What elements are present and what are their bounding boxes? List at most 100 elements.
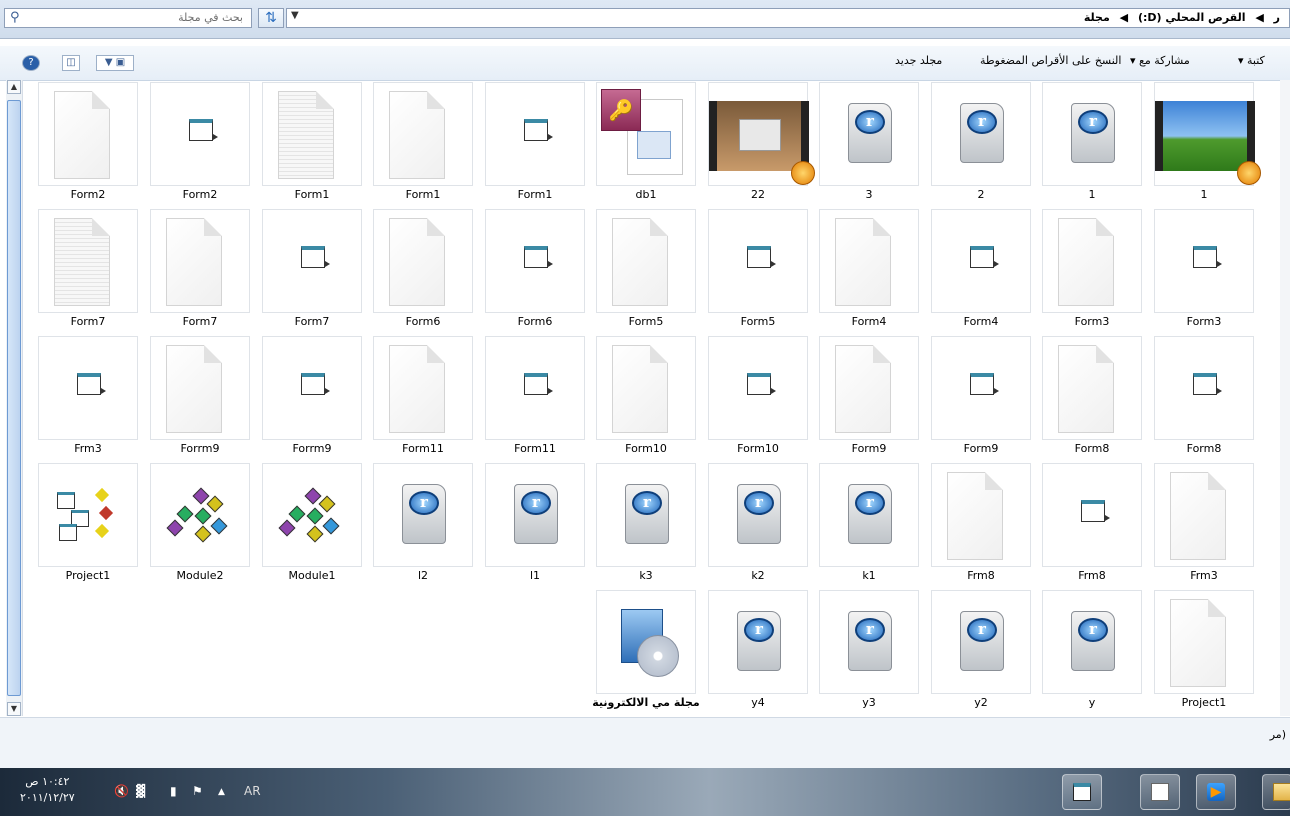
file-item[interactable]: Module2 (150, 463, 250, 585)
show-hidden-icons-icon[interactable]: ▲ (218, 787, 225, 797)
file-item[interactable]: Form3 (1154, 209, 1254, 331)
file-thumbnail[interactable] (150, 209, 250, 313)
file-item[interactable]: r k2 (708, 463, 808, 585)
file-item[interactable]: 1 (1154, 82, 1261, 204)
file-item[interactable]: Form7 (150, 209, 250, 331)
file-thumbnail[interactable]: r (819, 590, 919, 694)
file-item[interactable]: Form10 (596, 336, 696, 458)
file-thumbnail[interactable] (1154, 463, 1254, 567)
file-item[interactable]: Form4 (931, 209, 1031, 331)
file-item[interactable]: r k3 (596, 463, 696, 585)
file-thumbnail[interactable] (38, 463, 138, 567)
file-item[interactable]: Form6 (373, 209, 473, 331)
file-thumbnail[interactable] (819, 336, 919, 440)
file-thumbnail[interactable] (1042, 336, 1142, 440)
file-thumbnail[interactable] (708, 336, 808, 440)
file-thumbnail[interactable] (596, 590, 696, 694)
file-thumbnail[interactable] (1154, 209, 1254, 313)
file-item[interactable]: Form5 (708, 209, 808, 331)
action-center-flag-icon[interactable]: ⚑ (192, 784, 203, 798)
battery-icon[interactable]: ▮ (170, 784, 177, 798)
file-thumbnail[interactable] (373, 82, 473, 186)
file-thumbnail[interactable]: r (1042, 82, 1142, 186)
file-item[interactable]: r k1 (819, 463, 919, 585)
file-item[interactable]: r3 (819, 82, 919, 204)
file-item[interactable]: Frm8 (931, 463, 1031, 585)
file-item[interactable]: r2 (931, 82, 1031, 204)
new-folder-button[interactable]: مجلد جديد (895, 54, 942, 67)
file-thumbnail[interactable] (262, 463, 362, 567)
file-thumbnail[interactable]: r (708, 463, 808, 567)
file-thumbnail[interactable] (38, 336, 138, 440)
file-item[interactable]: مجلة مي الالكترونية (592, 590, 700, 712)
file-item[interactable]: Form2 (38, 82, 138, 204)
volume-muted-icon[interactable]: 🔇 (114, 784, 129, 798)
address-field[interactable]: ▼ ر ◀ القرص المحلي (D:) ◀ مجلة (286, 8, 1290, 28)
breadcrumb-folder[interactable]: مجلة (1084, 11, 1110, 24)
file-thumbnail[interactable] (485, 209, 585, 313)
file-thumbnail[interactable] (262, 209, 362, 313)
breadcrumb-drive[interactable]: القرص المحلي (D:) (1138, 11, 1246, 24)
file-thumbnail[interactable] (38, 209, 138, 313)
file-thumbnail[interactable] (373, 336, 473, 440)
language-indicator[interactable]: AR (244, 784, 261, 798)
file-thumbnail[interactable] (373, 209, 473, 313)
clock[interactable]: ١٠:٤٢ ص ٢٠١١/١٢/٢٧ (20, 774, 75, 806)
view-options-icon[interactable]: ▼ ▣ (96, 55, 134, 71)
burn-button[interactable]: النسخ على الأقراص المضغوطة (980, 54, 1121, 67)
file-thumbnail[interactable]: r (819, 82, 919, 186)
file-thumbnail[interactable]: r (708, 590, 808, 694)
file-item[interactable]: r y4 (708, 590, 808, 712)
file-item[interactable]: Form7 (262, 209, 362, 331)
file-thumbnail[interactable] (262, 82, 362, 186)
file-item[interactable]: 🔑 db1 (596, 82, 696, 204)
search-icon[interactable]: ⚲ (10, 10, 20, 25)
file-thumbnail[interactable]: r (373, 463, 473, 567)
file-thumbnail[interactable] (150, 463, 250, 567)
file-item[interactable]: r1 (1042, 82, 1142, 204)
file-item[interactable]: Form9 (931, 336, 1031, 458)
file-item[interactable]: Project1 (1154, 590, 1254, 712)
taskbar-explorer-button[interactable] (1062, 774, 1102, 810)
taskbar-vb-button[interactable] (1140, 774, 1180, 810)
file-thumbnail[interactable]: r (931, 82, 1031, 186)
file-item[interactable]: Form4 (819, 209, 919, 331)
file-item[interactable]: Form10 (708, 336, 808, 458)
file-item[interactable]: r y2 (931, 590, 1031, 712)
file-item[interactable]: Forrm9 (262, 336, 362, 458)
file-item[interactable]: Form3 (1042, 209, 1142, 331)
file-item[interactable]: r l2 (373, 463, 473, 585)
file-item[interactable]: Frm3 (1154, 463, 1254, 585)
file-thumbnail[interactable] (485, 82, 585, 186)
file-item[interactable]: Form1 (373, 82, 473, 204)
taskbar-media-button[interactable]: ▶ (1196, 774, 1236, 810)
search-box[interactable]: ⚲ بحث في مجلة (4, 8, 252, 28)
file-item[interactable]: Project1 (38, 463, 138, 585)
file-item[interactable]: Form5 (596, 209, 696, 331)
file-thumbnail[interactable]: r (485, 463, 585, 567)
preview-pane-icon[interactable]: ◫ (62, 55, 80, 71)
file-thumbnail[interactable] (150, 82, 250, 186)
file-thumbnail[interactable]: r (931, 590, 1031, 694)
file-item[interactable]: r l1 (485, 463, 585, 585)
file-item[interactable]: Form9 (819, 336, 919, 458)
scroll-down-arrow[interactable]: ▼ (7, 702, 21, 716)
refresh-button[interactable]: ⇅ (258, 8, 284, 28)
library-button[interactable]: كتبة ▾ (1238, 54, 1265, 67)
file-item[interactable]: Form11 (373, 336, 473, 458)
file-thumbnail[interactable] (596, 209, 696, 313)
file-thumbnail[interactable] (1042, 209, 1142, 313)
file-thumbnail[interactable] (819, 209, 919, 313)
file-item[interactable]: Form1 (262, 82, 362, 204)
share-with-button[interactable]: مشاركة مع ▾ (1130, 54, 1190, 67)
scroll-up-arrow[interactable]: ▲ (7, 80, 21, 94)
file-item[interactable]: Form11 (485, 336, 585, 458)
file-item[interactable]: Form6 (485, 209, 585, 331)
file-item[interactable]: Form7 (38, 209, 138, 331)
chevron-down-icon[interactable]: ▼ (291, 10, 299, 21)
file-thumbnail[interactable] (150, 336, 250, 440)
file-item[interactable]: Frm3 (38, 336, 138, 458)
file-thumbnail[interactable]: 🔑 (596, 82, 696, 186)
file-item[interactable]: Frm8 (1042, 463, 1142, 585)
file-thumbnail[interactable] (596, 336, 696, 440)
